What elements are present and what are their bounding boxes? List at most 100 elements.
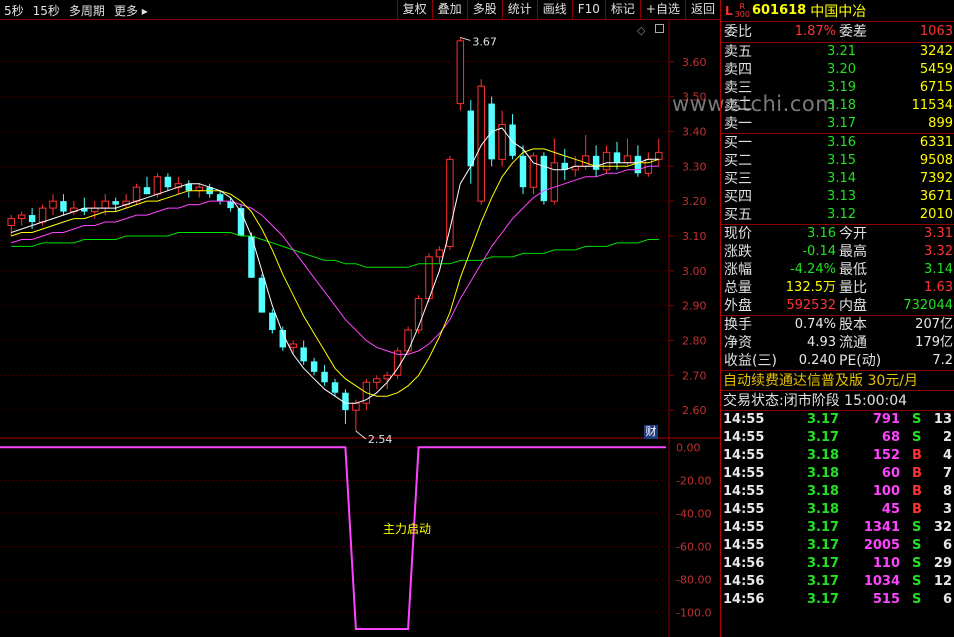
tick-side: S	[912, 412, 922, 427]
period-tab[interactable]: 更多 ▸	[114, 2, 148, 19]
stock-name[interactable]: 中国中冶	[810, 1, 866, 21]
candle-body	[477, 85, 485, 202]
l-mark: L	[725, 3, 733, 18]
period-tab[interactable]: 5秒	[4, 2, 24, 19]
asks-row: 卖四 3.20 5459	[721, 61, 954, 79]
tick-price: 3.17	[807, 574, 840, 589]
toolbar-button[interactable]: 多股	[466, 0, 502, 20]
indicator-line	[0, 446, 666, 630]
stat-label: 今开	[839, 226, 867, 242]
min-price-label: 2.54	[368, 433, 393, 446]
stat-row: 总量 132.5万 量比 1.63	[721, 279, 954, 297]
stat-label: 净资	[724, 335, 752, 351]
tick-list[interactable]: 14:55 3.17 791 S 13 14:55 3.17 68 S 2 14:55 3.18 152…	[721, 411, 954, 609]
candle-body	[509, 124, 516, 156]
tick-side: B	[912, 484, 922, 499]
kline-chart[interactable]: 3.603.503.403.303.203.103.002.902.802.70…	[0, 20, 720, 637]
asks-volume: 3242	[919, 44, 953, 59]
tick-count: 2	[942, 430, 952, 445]
stat-label: 现价	[724, 226, 752, 242]
diamond-icon[interactable]: ◇	[637, 24, 645, 37]
bids-volume: 7392	[919, 171, 953, 186]
stat-value: 0.240	[798, 353, 836, 368]
toolbar-button[interactable]: 画线	[536, 0, 572, 20]
tick-time: 14:56	[723, 574, 765, 589]
tick-price: 3.17	[807, 538, 840, 553]
toolbar-button[interactable]: 叠加	[431, 0, 467, 20]
toolbar-button[interactable]: +自选	[639, 0, 685, 20]
stat-value: -4.24%	[790, 262, 836, 277]
toolbar-button[interactable]: F10	[571, 0, 605, 20]
asks-volume: 11534	[911, 98, 953, 113]
tick-row: 14:56 3.17 110 S 29	[721, 555, 954, 573]
candle-body	[581, 155, 590, 167]
stat-row: 净资 4.93 流通 179亿	[721, 334, 954, 352]
candle-body	[153, 176, 162, 195]
bids-price: 3.14	[827, 171, 856, 186]
indicator-tick-label: -100.0	[676, 606, 711, 619]
candle-body	[112, 201, 119, 205]
bids-label: 买五	[724, 207, 752, 223]
stat-label: 内盘	[839, 298, 867, 314]
tick-price: 3.17	[807, 592, 840, 607]
period-tab[interactable]: 15秒	[33, 2, 60, 19]
asks-volume: 899	[928, 116, 953, 131]
weibi-label: 委比	[724, 24, 752, 40]
candle-body	[404, 329, 412, 352]
stat-label: 流通	[839, 335, 867, 351]
candle-body	[17, 214, 26, 220]
candle-body	[101, 200, 109, 209]
tick-count: 6	[942, 538, 952, 553]
asks-label: 卖一	[724, 116, 752, 132]
tick-row: 14:55 3.18 152 B 4	[721, 447, 954, 465]
tick-side: S	[912, 520, 922, 535]
stat-label: 总量	[724, 280, 752, 296]
bids-price: 3.15	[827, 153, 856, 168]
y-tick-label: 2.60	[682, 404, 707, 417]
window-square-icon[interactable]	[655, 24, 664, 33]
toolbar-button[interactable]: 统计	[501, 0, 537, 20]
stat-value: 1.63	[924, 280, 953, 295]
y-tick-label: 2.70	[682, 369, 707, 382]
stat-row: 换手 0.74% 股本 207亿	[721, 316, 954, 334]
stock-code[interactable]: 601618	[752, 3, 806, 18]
tick-price: 3.17	[807, 430, 840, 445]
tick-row: 14:55 3.18 45 B 3	[721, 501, 954, 519]
asks-row: 卖三 3.19 6715	[721, 79, 954, 97]
bids-volume: 2010	[919, 207, 953, 222]
stat-label: 外盘	[724, 298, 752, 314]
candle-body	[321, 371, 328, 383]
stock-header: L R 300 601618 中国中冶	[721, 0, 954, 22]
tick-count: 12	[933, 574, 952, 589]
candle-body	[258, 277, 266, 313]
tick-price: 3.18	[807, 502, 840, 517]
tick-time: 14:55	[723, 502, 765, 517]
indicator-tick-label: -40.00	[676, 507, 711, 520]
indicator-tick-label: -60.00	[676, 540, 711, 553]
stat-value: 3.31	[924, 226, 953, 241]
finance-badge-icon[interactable]: 财	[644, 425, 658, 439]
stat-label: 最低	[839, 262, 867, 278]
stat-label: 量比	[839, 280, 867, 296]
bids-label: 买一	[724, 135, 752, 151]
bid-book: 买一 3.16 6331 买二 3.15 9508 买三 3.14 7392 买四 3.13 3671…	[721, 134, 954, 225]
promo-text: 自动续费通达信普及版	[723, 373, 863, 389]
toolbar-button[interactable]: 复权	[396, 0, 432, 20]
tick-time: 14:56	[723, 592, 765, 607]
tick-price: 3.17	[807, 556, 840, 571]
candle-body	[216, 194, 224, 202]
ma60-line	[11, 232, 659, 268]
tick-side: B	[912, 448, 922, 463]
asks-row: 卖一 3.17 899	[721, 115, 954, 133]
promo-banner[interactable]: 自动续费通达信普及版 30元/月	[721, 371, 954, 391]
tick-side: S	[912, 556, 922, 571]
tick-volume: 1034	[863, 574, 900, 589]
stat-value: 0.74%	[794, 317, 836, 332]
toolbar-button[interactable]: 返回	[684, 0, 720, 20]
price-stats: 现价 3.16 今开 3.31 涨跌 -0.14 最高 3.32 涨幅 -4.24% 最低 3.14 总…	[721, 225, 954, 316]
toolbar-button[interactable]: 标记	[604, 0, 640, 20]
period-tab[interactable]: 多周期	[69, 2, 105, 19]
tick-count: 13	[933, 412, 952, 427]
stat-row: 外盘 592532 内盘 732044	[721, 297, 954, 315]
tick-time: 14:55	[723, 412, 765, 427]
